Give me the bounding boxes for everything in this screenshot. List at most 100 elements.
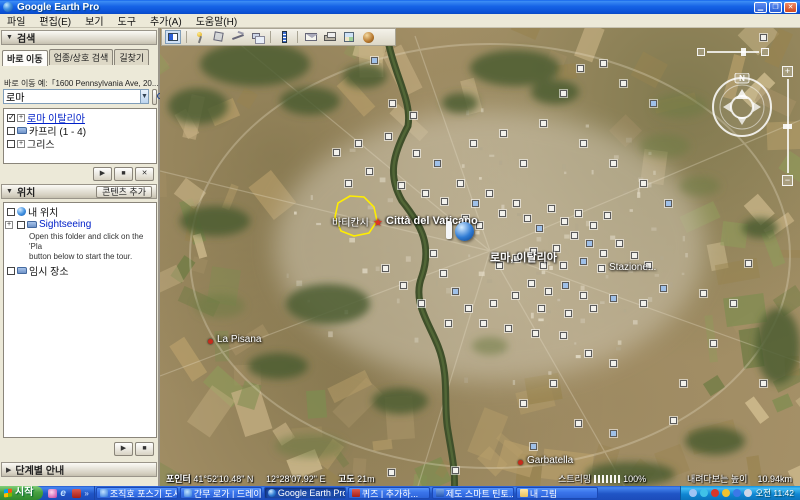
tab-find-businesses[interactable]: 업종/상호 검색 [49, 49, 114, 65]
taskbar-task-my-pictures[interactable]: 내 그림 [516, 487, 598, 499]
clear-results-button[interactable]: ✕ [135, 167, 154, 181]
tree-checkbox[interactable] [17, 221, 25, 229]
close-button[interactable]: ✕ [784, 2, 797, 13]
tray-icon[interactable] [744, 489, 752, 497]
quick-launch-icon[interactable] [48, 489, 57, 498]
expander-icon[interactable]: + [17, 140, 25, 148]
expander-icon[interactable]: + [17, 114, 25, 122]
menu-file[interactable]: 파일 [0, 13, 32, 28]
stop-button[interactable]: ■ [114, 167, 133, 181]
view-in-google-maps-icon[interactable] [341, 30, 357, 44]
tree-label[interactable]: 내 위치 [28, 204, 58, 219]
tray-icon[interactable] [689, 489, 697, 497]
folder-icon [17, 127, 27, 134]
menu-view[interactable]: 보기 [78, 13, 110, 28]
result-checkbox[interactable] [7, 140, 15, 148]
photo-placemark-icon[interactable] [598, 265, 605, 272]
tilt-right-button[interactable] [761, 48, 769, 56]
search-input[interactable] [3, 89, 141, 104]
layers-panel-header[interactable]: ▶ 단계별 안내 [1, 462, 157, 477]
stop-button[interactable]: ■ [135, 442, 154, 456]
search-result-marker[interactable] [446, 220, 476, 242]
search-panel-header[interactable]: ▼ 검색 [1, 30, 157, 45]
expander-icon[interactable]: + [5, 221, 13, 229]
search-button[interactable] [152, 89, 157, 105]
places-panel-title: 위치 [17, 184, 35, 199]
document-icon [436, 489, 444, 497]
tray-icon[interactable] [700, 489, 708, 497]
tilt-track[interactable] [707, 51, 759, 53]
tab-directions[interactable]: 길찾기 [114, 49, 149, 65]
search-combo-row: ▼ [3, 89, 157, 105]
taskbar-task-1[interactable]: 조직호 포스기 도시... [96, 487, 178, 499]
result-checkbox[interactable] [7, 114, 15, 122]
taskbar-task-5[interactable]: 제도 스마트 틴토... [432, 487, 514, 499]
email-icon[interactable] [303, 30, 319, 44]
zoom-out-button[interactable]: − [782, 175, 793, 186]
latitude-value: 41°52'10.48" N [193, 474, 253, 484]
streaming-label: 스트리밍 [558, 472, 591, 485]
rome-label: 로마, 이탈리아 [490, 249, 557, 265]
tree-item-sightseeing[interactable]: + Sightseeing [5, 218, 155, 231]
minimize-button[interactable]: ▁ [754, 2, 767, 13]
add-polygon-icon[interactable] [211, 30, 227, 44]
play-tour-button[interactable]: ▶ [114, 442, 133, 456]
places-panel-header[interactable]: ▼ 위치 콘텐츠 추가 [1, 184, 157, 199]
taskbar-task-2[interactable]: 간무 로가 | 드레이... [180, 487, 262, 499]
tilt-knob[interactable] [741, 48, 746, 56]
menu-edit[interactable]: 편집(E) [32, 13, 78, 28]
tray-icon[interactable] [733, 489, 741, 497]
tree-item-my-places[interactable]: 내 위치 [5, 205, 155, 218]
folder-icon [27, 221, 37, 228]
tray-icon[interactable] [711, 489, 719, 497]
collapse-triangle-icon: ▶ [6, 466, 11, 474]
tilt-slider[interactable] [697, 48, 769, 56]
search-panel-title: 검색 [17, 30, 35, 45]
internet-explorer-icon[interactable]: e [60, 489, 69, 498]
compass-navigator[interactable]: N [709, 73, 775, 139]
menu-bar: 파일 편집(E) 보기 도구 추가(A) 도움말(H) [0, 14, 800, 28]
task-label: 조직호 포스기 도시... [110, 487, 178, 499]
stazione-label: Stazione... [609, 262, 656, 273]
print-icon[interactable] [322, 30, 338, 44]
quick-launch-overflow-chevron[interactable]: » [84, 489, 88, 498]
tilt-left-button[interactable] [697, 48, 705, 56]
tree-item-temporary-places[interactable]: 임시 장소 [5, 264, 155, 277]
tray-icon[interactable] [722, 489, 730, 497]
tree-label[interactable]: Sightseeing [39, 219, 91, 230]
zoom-knob[interactable] [783, 124, 792, 129]
tree-label[interactable]: 임시 장소 [29, 263, 69, 278]
tab-fly-to[interactable]: 바로 이동 [2, 50, 48, 66]
maximize-button[interactable]: ❐ [769, 2, 782, 13]
tree-checkbox[interactable] [7, 267, 15, 275]
search-result-row[interactable]: + 그리스 [5, 137, 155, 150]
add-image-overlay-icon[interactable] [249, 30, 265, 44]
menu-help[interactable]: 도움말(H) [189, 13, 244, 28]
quick-launch-icon[interactable] [72, 489, 81, 498]
internet-explorer-icon [184, 489, 192, 497]
map-viewport[interactable]: 바티칸시 ★ Città del Vaticano 로마, 이탈리아 Stazi… [160, 28, 800, 486]
add-path-icon[interactable] [230, 30, 246, 44]
la-pisana-placemark[interactable] [208, 339, 213, 344]
menu-add[interactable]: 추가(A) [143, 13, 189, 28]
measure-icon[interactable] [276, 30, 292, 44]
result-checkbox[interactable] [7, 127, 15, 135]
tree-checkbox[interactable] [7, 208, 15, 216]
combo-dropdown-button[interactable]: ▼ [141, 89, 149, 104]
vatican-star-placemark[interactable]: ★ [373, 216, 383, 229]
add-content-button[interactable]: 콘텐츠 추가 [96, 186, 152, 198]
taskbar-task-google-earth[interactable]: Google Earth Pro... [264, 487, 346, 499]
play-tour-button[interactable]: ▶ [93, 167, 112, 181]
toolbar [161, 28, 396, 46]
globe-icon[interactable] [360, 30, 376, 44]
garbatella-placemark[interactable] [518, 460, 523, 465]
zoom-slider[interactable]: + − [782, 66, 794, 188]
photo-placemark-icon[interactable] [760, 34, 767, 41]
result-label[interactable]: 그리스 [27, 136, 55, 151]
taskbar-task-4[interactable]: 퀴즈 | 추가하... [348, 487, 430, 499]
start-button[interactable]: 시작 [0, 486, 43, 500]
add-placemark-icon[interactable] [192, 30, 208, 44]
toggle-sidebar-icon[interactable] [165, 30, 181, 44]
zoom-in-button[interactable]: + [782, 66, 793, 77]
menu-tools[interactable]: 도구 [111, 13, 143, 28]
